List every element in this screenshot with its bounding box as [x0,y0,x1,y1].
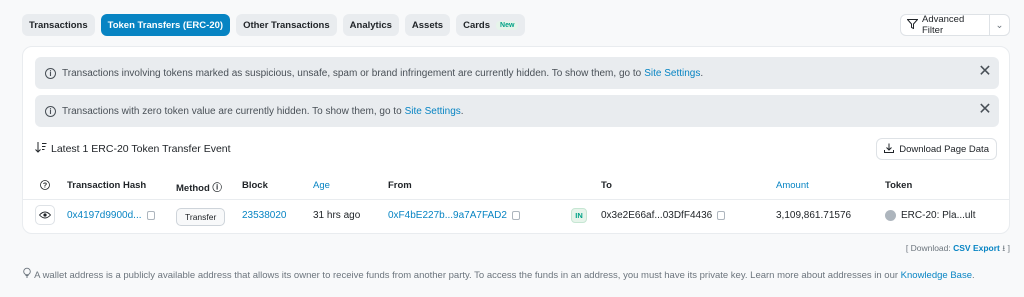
knowledge-base-link[interactable]: Knowledge Base [901,270,972,281]
advanced-filter-button[interactable]: Advanced Filter ⌄ [900,14,1010,36]
token-cell[interactable]: ERC-20: Pla...ult [885,210,975,221]
alert-suffix: . [700,67,704,79]
eye-icon[interactable] [35,205,55,225]
from-address-link[interactable]: 0xF4bE227b...9a7A7FAD2 [388,210,507,221]
method-badge: Transfer [176,208,226,226]
copy-icon[interactable] [717,211,726,220]
to-address: 0x3e2E66af...03DfF4436 [601,210,713,221]
token-name: ERC-20: Pla...ult [901,210,976,221]
alert-suffix: . [460,105,464,117]
block-cell: 23538020 [242,210,287,221]
lightbulb-icon [22,267,34,281]
csv-export: [ Download: CSV Export ⭳ ] [906,243,1010,257]
close-icon[interactable]: ✕ [977,64,993,81]
tab-analytics[interactable]: Analytics [342,14,399,36]
tab-label: Other Transactions [243,19,330,31]
col-from: From [388,180,412,191]
advanced-filter-label: Advanced Filter [922,14,965,36]
direction-badge: IN [571,208,587,223]
svg-text:?: ? [43,183,47,190]
transfers-card: i Transactions involving tokens marked a… [22,46,1010,234]
alert-text: Transactions involving tokens marked as … [62,67,642,79]
col-transaction-hash: Transaction Hash [67,180,147,191]
download-page-data-button[interactable]: Download Page Data [876,138,997,160]
site-settings-link[interactable]: Site Settings [644,68,700,79]
new-badge: New [496,20,519,30]
col-block: Block [242,180,268,191]
col-token: Token [885,180,913,191]
col-method-label: Method [176,183,210,194]
tab-label: Transactions [29,19,88,31]
zero-value-hidden-alert: i Transactions with zero token value are… [35,95,999,127]
age-cell: 31 hrs ago [313,210,361,221]
token-icon [885,210,896,221]
from-cell: 0xF4bE227b...9a7A7FAD2 [388,210,520,221]
footnote: A wallet address is a publicly available… [22,267,975,281]
csv-prefix: [ Download: [905,243,951,253]
csv-suffix: ] [1007,243,1010,253]
info-icon: i [45,67,56,79]
tab-label: Assets [411,19,444,31]
tab-transactions[interactable]: Transactions [22,14,95,36]
tab-label: Token Transfers (ERC-20) [107,19,224,31]
spam-hidden-alert: i Transactions involving tokens marked a… [35,57,999,89]
tab-label: Analytics [349,19,392,31]
site-settings-link[interactable]: Site Settings [405,106,461,117]
chevron-down-icon[interactable]: ⌄ [989,15,1009,35]
tx-hash-link[interactable]: 0x4197d9900d... [67,210,142,221]
to-cell: 0x3e2E66af...03DfF4436 [601,210,726,221]
tx-hash-cell: 0x4197d9900d... [67,210,155,221]
filter-icon [906,18,919,32]
col-age[interactable]: Age [313,180,330,191]
download-icon: ⭳ [1002,243,1006,253]
help-icon[interactable]: ? [40,180,50,193]
tab-cards[interactable]: Cards New [456,14,526,36]
download-icon [884,143,895,156]
amount-cell: 3,109,861.71576 [776,210,852,221]
tab-bar: Transactions Token Transfers (ERC-20) Ot… [22,14,526,36]
footnote-suffix: . [971,270,975,281]
help-icon[interactable]: ⓘ [212,183,222,194]
alert-text: Transactions with zero token value are c… [62,105,402,117]
col-amount[interactable]: Amount [776,180,809,191]
tab-token-transfers[interactable]: Token Transfers (ERC-20) [100,14,231,36]
download-label: Download Page Data [899,143,989,155]
tab-assets[interactable]: Assets [404,14,451,36]
sort-icon [35,142,47,156]
tab-other-transactions[interactable]: Other Transactions [236,14,337,36]
summary: Latest 1 ERC-20 Token Transfer Event [35,142,231,156]
summary-text: Latest 1 ERC-20 Token Transfer Event [51,143,231,155]
csv-export-link[interactable]: CSV Export [953,243,1000,253]
footnote-text: A wallet address is a publicly available… [34,270,899,281]
copy-icon[interactable] [146,211,155,220]
close-icon[interactable]: ✕ [977,102,993,119]
copy-icon[interactable] [511,211,520,220]
col-method: Method ⓘ [176,180,222,194]
tab-label: Cards [463,19,491,31]
info-icon: i [45,105,56,117]
header-divider [23,199,1009,200]
method-cell: Transfer [176,208,226,226]
block-link[interactable]: 23538020 [242,210,287,221]
col-to: To [601,180,612,191]
